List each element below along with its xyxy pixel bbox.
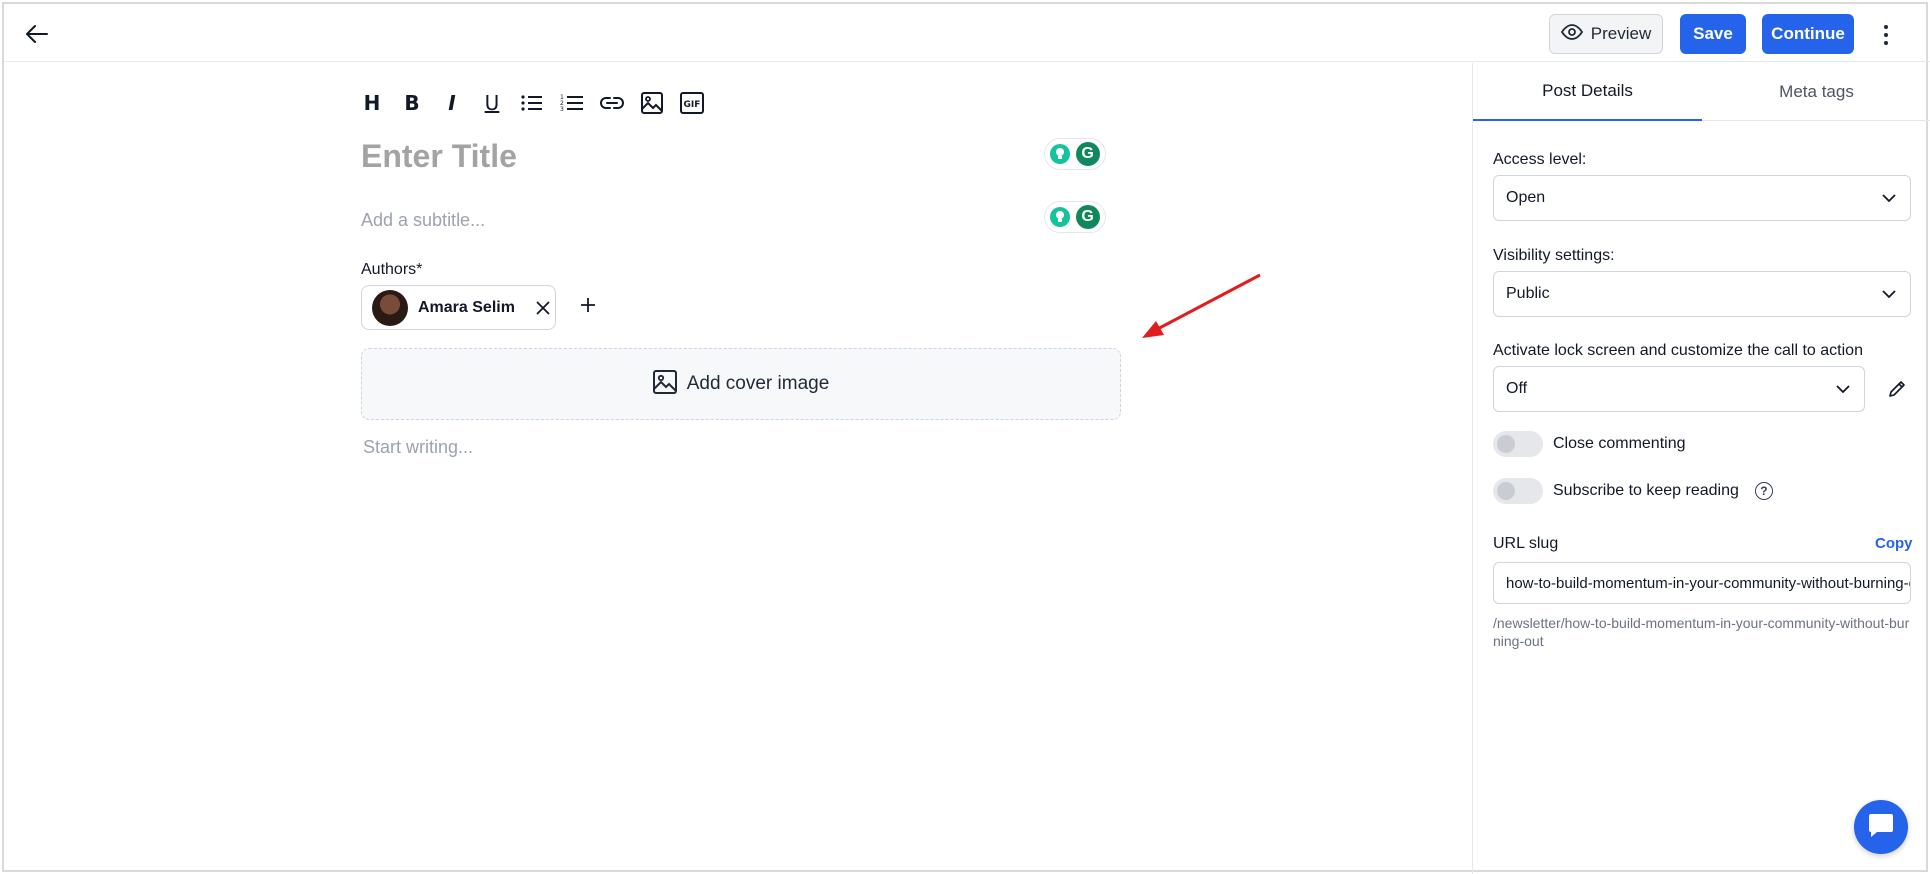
tab-post-details[interactable]: Post Details: [1473, 63, 1702, 121]
chat-icon: [1867, 812, 1895, 843]
preview-button[interactable]: Preview: [1549, 14, 1663, 54]
lock-screen-label: Activate lock screen and customize the c…: [1493, 342, 1863, 359]
chevron-down-icon: [1882, 189, 1896, 207]
eye-icon: [1560, 23, 1583, 45]
lock-screen-select[interactable]: Off: [1493, 366, 1865, 412]
tab-meta-tags[interactable]: Meta tags: [1702, 63, 1930, 121]
underline-button[interactable]: U: [477, 88, 507, 118]
save-button[interactable]: Save: [1680, 14, 1746, 54]
avatar: [372, 289, 408, 326]
visibility-select[interactable]: Public: [1493, 271, 1911, 317]
more-options-icon[interactable]: [1876, 21, 1896, 49]
annotation-arrow-icon: [1142, 273, 1261, 338]
subtitle-input[interactable]: Add a subtitle...: [361, 210, 485, 231]
gif-icon[interactable]: GIF: [677, 88, 707, 118]
heading-button[interactable]: H: [357, 88, 387, 118]
body-editor[interactable]: Start writing...: [363, 437, 473, 458]
bullet-list-icon[interactable]: [517, 88, 547, 118]
panel-tabs: Post Details Meta tags: [1473, 63, 1930, 121]
chevron-down-icon: [1882, 285, 1896, 303]
image-icon[interactable]: [637, 88, 667, 118]
visibility-label: Visibility settings:: [1493, 247, 1615, 264]
grammarly-icon: G: [1075, 142, 1100, 166]
access-level-label: Access level:: [1493, 151, 1587, 168]
close-commenting-toggle[interactable]: [1493, 431, 1543, 457]
url-slug-input[interactable]: how-to-build-momentum-in-your-community-…: [1493, 562, 1911, 604]
add-cover-image-button[interactable]: Add cover image: [361, 348, 1121, 420]
pencil-icon[interactable]: [1883, 375, 1911, 403]
chevron-down-icon: [1836, 380, 1850, 398]
chat-support-button[interactable]: [1854, 800, 1908, 854]
app-window: Preview Save Continue H B I U 123 GIF En…: [2, 2, 1930, 874]
link-icon[interactable]: [597, 88, 627, 118]
subscribe-row: Subscribe to keep reading ?: [1493, 478, 1773, 504]
cover-label: Add cover image: [686, 373, 830, 394]
access-level-select[interactable]: Open: [1493, 175, 1911, 221]
plus-icon[interactable]: [576, 293, 600, 317]
lightbulb-icon: [1050, 207, 1071, 227]
grammarly-icon: G: [1075, 205, 1100, 229]
access-level-value: Open: [1506, 189, 1546, 206]
italic-button[interactable]: I: [437, 88, 467, 118]
close-commenting-row: Close commenting: [1493, 431, 1686, 457]
preview-label: Preview: [1590, 24, 1652, 43]
close-commenting-label: Close commenting: [1553, 435, 1686, 452]
lightbulb-icon: [1050, 144, 1071, 164]
url-slug-label: URL slug: [1493, 535, 1559, 552]
back-arrow-icon[interactable]: [24, 21, 50, 47]
grammarly-widget-title[interactable]: G: [1044, 138, 1106, 170]
numbered-list-icon[interactable]: 123: [557, 88, 587, 118]
lock-screen-value: Off: [1506, 380, 1528, 397]
svg-text:3: 3: [560, 106, 564, 113]
slug-path-preview: /newsletter/how-to-build-momentum-in-you…: [1493, 615, 1910, 649]
grammarly-widget-subtitle[interactable]: G: [1044, 201, 1106, 233]
gif-label: GIF: [684, 100, 701, 110]
close-icon[interactable]: [533, 298, 553, 318]
continue-button[interactable]: Continue: [1762, 14, 1854, 54]
title-input[interactable]: Enter Title: [361, 138, 517, 175]
image-icon: [652, 369, 677, 399]
help-icon[interactable]: ?: [1754, 482, 1773, 500]
post-settings-panel: Post Details Meta tags Access level: Ope…: [1472, 63, 1930, 874]
author-name: Amara Selim: [418, 298, 515, 316]
visibility-value: Public: [1506, 285, 1550, 302]
subscribe-label: Subscribe to keep reading: [1553, 482, 1739, 499]
bold-button[interactable]: B: [397, 88, 427, 118]
top-bar: Preview Save Continue: [4, 4, 1930, 62]
subscribe-toggle[interactable]: [1493, 478, 1543, 504]
copy-slug-button[interactable]: Copy: [1875, 535, 1913, 552]
formatting-toolbar: H B I U 123 GIF: [357, 88, 707, 118]
author-chip[interactable]: Amara Selim: [361, 285, 556, 330]
authors-label: Authors*: [361, 261, 423, 278]
